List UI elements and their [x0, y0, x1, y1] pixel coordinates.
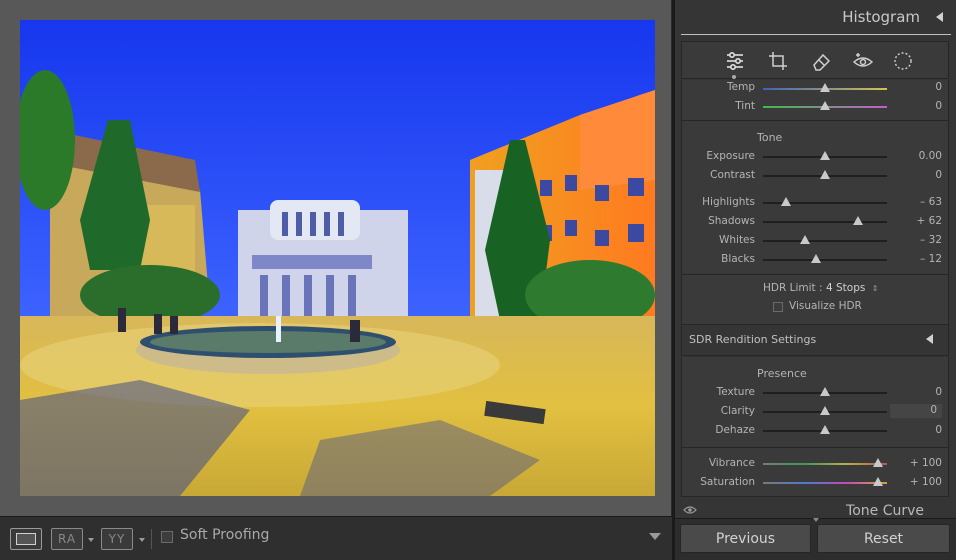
bottom-toolbar: RA YY [0, 516, 672, 560]
vibrance-label: Vibrance [708, 457, 755, 469]
visualize-hdr-checkbox[interactable] [773, 302, 783, 312]
whites-label: Whites [718, 234, 755, 246]
whites-slider-thumb[interactable] [800, 235, 810, 244]
presence-title: Presence [757, 367, 807, 380]
histogram-title[interactable]: Histogram [842, 8, 920, 26]
visualize-hdr-label: Visualize HDR [789, 300, 862, 312]
dehaze-slider-thumb[interactable] [820, 425, 830, 434]
tool-strip [681, 41, 949, 79]
previous-button[interactable]: Previous [680, 524, 811, 553]
shadows-label: Shadows [708, 215, 755, 227]
contrast-slider-thumb[interactable] [820, 170, 830, 179]
panel-end-caret-icon[interactable] [813, 518, 819, 522]
temp-value[interactable]: 0 [890, 81, 942, 93]
histogram-divider [681, 34, 951, 35]
photo-canvas[interactable] [0, 0, 672, 516]
saturation-label: Saturation [700, 476, 755, 488]
tint-label: Tint [735, 100, 755, 112]
texture-value[interactable]: 0 [890, 386, 942, 398]
shadows-value[interactable]: + 62 [890, 215, 943, 227]
reset-button[interactable]: Reset [817, 524, 950, 553]
redeye-icon[interactable] [852, 50, 874, 72]
tint-slider-thumb[interactable] [820, 101, 830, 110]
tone-section: Tone Exposure 0.00 Contrast 0 Highlights… [681, 121, 949, 324]
sdr-rendition-label[interactable]: SDR Rendition Settings [689, 333, 816, 346]
blacks-value[interactable]: – 12 [890, 253, 942, 265]
white-balance-section: Temp 0 Tint 0 [681, 80, 949, 121]
clarity-label: Clarity [720, 405, 755, 417]
mask-icon[interactable] [892, 50, 914, 72]
exposure-label: Exposure [706, 150, 755, 162]
split-dropdown-icon[interactable] [139, 538, 145, 542]
develop-panel: Histogram Temp 0 Tint 0 Tone Exposure 0.… [674, 0, 956, 560]
toolbar-divider [151, 529, 152, 549]
presence-section: Presence Texture 0 Clarity 0 Dehaze 0 Vi… [681, 357, 949, 497]
saturation-slider-thumb[interactable] [873, 477, 883, 486]
tone-title: Tone [757, 131, 783, 144]
shadows-slider-thumb[interactable] [853, 216, 863, 225]
whites-value[interactable]: – 32 [890, 234, 942, 246]
active-tool-indicator [732, 75, 736, 79]
section-divider [682, 447, 948, 448]
photo-image [20, 20, 655, 496]
soft-proofing-label: Soft Proofing [180, 527, 270, 543]
section-divider [682, 274, 948, 275]
clarity-slider-thumb[interactable] [820, 406, 830, 415]
shadows-slider-track[interactable] [763, 221, 887, 223]
vibrance-slider-track[interactable] [763, 463, 887, 465]
contrast-label: Contrast [710, 169, 755, 181]
saturation-slider-track[interactable] [763, 482, 887, 484]
saturation-value[interactable]: + 100 [890, 476, 942, 488]
before-after-button[interactable]: RA [51, 528, 83, 550]
hdr-limit-value: 4 Stops [826, 282, 866, 294]
texture-slider-thumb[interactable] [820, 387, 830, 396]
tint-value[interactable]: 0 [890, 100, 942, 112]
vibrance-value[interactable]: + 100 [890, 457, 942, 469]
select-arrows-icon: ⇕ [871, 284, 879, 293]
histogram-collapse-icon[interactable] [936, 12, 943, 22]
highlights-value[interactable]: – 63 [890, 196, 942, 208]
eye-icon[interactable] [683, 505, 697, 515]
before-after-split-button[interactable]: YY [101, 528, 133, 550]
highlights-label: Highlights [702, 196, 755, 208]
vibrance-slider-thumb[interactable] [873, 458, 883, 467]
toolbar-options-icon[interactable] [649, 533, 661, 540]
before-after-dropdown-icon[interactable] [88, 538, 94, 542]
clarity-value[interactable]: 0 [890, 404, 942, 418]
crop-icon[interactable] [767, 50, 789, 72]
loupe-icon [16, 533, 36, 545]
temp-label: Temp [727, 81, 755, 93]
blacks-slider-thumb[interactable] [811, 254, 821, 263]
hdr-limit-select[interactable]: 4 Stops ⇕ [826, 282, 878, 294]
photo-preview[interactable] [20, 20, 655, 496]
tone-curve-label[interactable]: Tone Curve [846, 503, 924, 519]
eraser-icon[interactable] [810, 50, 832, 72]
whites-slider-track[interactable] [763, 240, 887, 242]
contrast-value[interactable]: 0 [890, 169, 942, 181]
soft-proofing-checkbox[interactable] [161, 531, 173, 543]
dehaze-value[interactable]: 0 [890, 424, 942, 436]
dehaze-label: Dehaze [715, 424, 755, 436]
exposure-slider-thumb[interactable] [820, 151, 830, 160]
sdr-collapse-icon[interactable] [926, 334, 933, 344]
highlights-slider-thumb[interactable] [781, 197, 791, 206]
blacks-slider-track[interactable] [763, 259, 887, 261]
hdr-limit-label: HDR Limit : [763, 282, 823, 294]
blacks-label: Blacks [721, 253, 755, 265]
temp-slider-thumb[interactable] [820, 83, 830, 92]
loupe-view-button[interactable] [10, 528, 42, 550]
exposure-value[interactable]: 0.00 [890, 150, 942, 162]
texture-label: Texture [716, 386, 755, 398]
sliders-icon[interactable] [724, 50, 746, 72]
